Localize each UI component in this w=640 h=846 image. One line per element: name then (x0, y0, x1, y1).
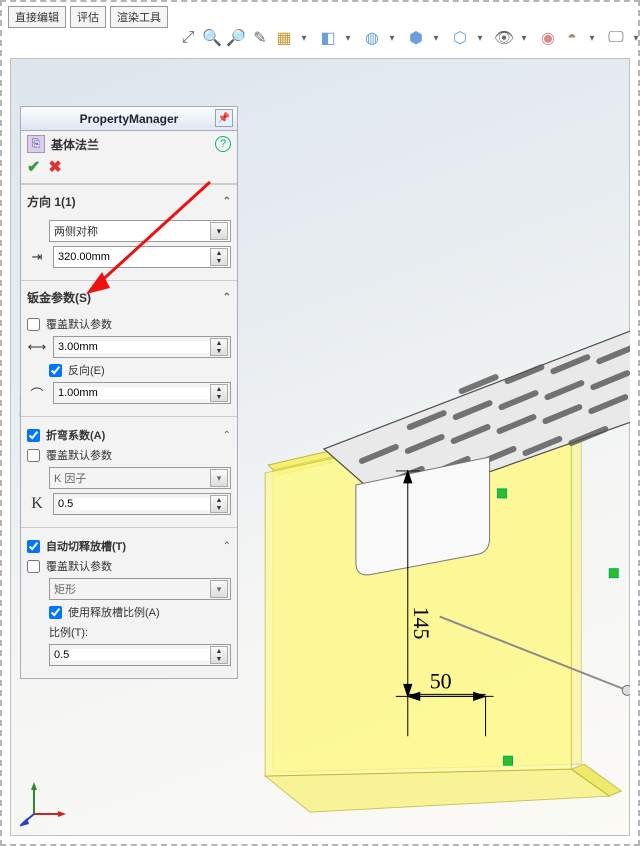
tab-render-tools[interactable]: 渲染工具 (110, 6, 168, 28)
zoom-area-icon[interactable]: 🔍 (202, 28, 222, 48)
dropdown-icon[interactable]: ▾ (294, 28, 314, 48)
collapse-icon[interactable]: ⌃ (223, 541, 231, 552)
ratio-label: 比例(T): (49, 624, 88, 640)
dropdown-icon[interactable]: ▾ (210, 469, 228, 487)
ok-button[interactable]: ✔ (27, 157, 40, 177)
dropdown-icon[interactable]: ▾ (514, 28, 534, 48)
view-orient-icon[interactable]: ▦ (274, 28, 294, 48)
dropdown-icon[interactable]: ▾ (626, 28, 640, 48)
use-ratio-label: 使用释放槽比例(A) (68, 604, 160, 620)
ratio-input[interactable]: ▲▼ (49, 644, 231, 666)
tab-direct-edit[interactable]: 直接编辑 (8, 6, 66, 28)
override-sheet-checkbox[interactable] (27, 318, 40, 331)
bend-radius-icon: ⌒ (27, 384, 47, 403)
appearance-icon[interactable]: ⬢ (406, 28, 426, 48)
color-icon[interactable]: ◉ (538, 28, 558, 48)
override-sheet-label: 覆盖默认参数 (46, 316, 112, 332)
dropdown-icon[interactable]: ▾ (470, 28, 490, 48)
scene-icon[interactable]: ⬡ (450, 28, 470, 48)
reverse-label: 反向(E) (68, 362, 105, 378)
use-ratio-checkbox[interactable] (49, 606, 62, 619)
ribbon-tabs: 直接编辑 评估 渲染工具 (8, 6, 168, 28)
dropdown-icon[interactable]: ▾ (338, 28, 358, 48)
zoom-fit-icon[interactable]: ⤢ (178, 28, 198, 48)
dropdown-icon[interactable]: ▾ (382, 28, 402, 48)
cancel-button[interactable]: ✖ (48, 157, 61, 177)
render-icon[interactable]: ◓ (562, 28, 582, 48)
panel-header: PropertyManager 📌 (21, 107, 237, 131)
bend-radius-input[interactable]: ▲▼ (53, 382, 231, 404)
zoom-prev-icon[interactable]: 🔎 (226, 28, 246, 48)
bend-method-select[interactable]: K 因子 ▾ (49, 467, 231, 489)
panel-title: PropertyManager (80, 112, 179, 126)
collapse-icon[interactable]: ⌃ (223, 292, 231, 303)
section-bend: 折弯系数(A) (46, 427, 105, 443)
collapse-icon[interactable]: ⌃ (223, 430, 231, 441)
section-view-icon[interactable]: ✎ (250, 28, 270, 48)
bend-allowance-checkbox[interactable] (27, 429, 40, 442)
depth-icon: ⇥ (27, 249, 47, 265)
k-factor-input[interactable]: ▲▼ (53, 493, 231, 515)
base-flange-icon: ⎘ (27, 135, 45, 153)
screen-capture-icon[interactable]: 🖵 (606, 28, 626, 48)
override-bend-label: 覆盖默认参数 (46, 447, 112, 463)
pin-icon[interactable]: 📌 (215, 109, 233, 127)
relief-type-select[interactable]: 矩形 ▾ (49, 578, 231, 600)
override-relief-checkbox[interactable] (27, 560, 40, 573)
thickness-icon: ⟷ (27, 339, 47, 355)
view-toolbar: ⤢ 🔍 🔎 ✎ ▦ ▾ ◧ ▾ ◍ ▾ ⬢ ▾ ⬡ ▾ 👁 ▾ ◉ ◓ ▾ 🖵 … (178, 28, 640, 48)
auto-relief-checkbox[interactable] (27, 540, 40, 553)
hide-show-icon[interactable]: ◍ (362, 28, 382, 48)
help-icon[interactable]: ? (215, 136, 231, 152)
section-direction1: 方向 1(1) (27, 193, 76, 210)
tab-evaluate[interactable]: 评估 (70, 6, 106, 28)
dropdown-icon[interactable]: ▾ (582, 28, 602, 48)
section-relief: 自动切释放槽(T) (46, 538, 126, 554)
thickness-input[interactable]: ▲▼ (53, 336, 231, 358)
dropdown-icon[interactable]: ▾ (426, 28, 446, 48)
visibility-icon[interactable]: 👁 (494, 28, 514, 48)
collapse-icon[interactable]: ⌃ (223, 196, 231, 207)
origin-triad-icon (20, 778, 70, 828)
k-factor-icon: K (27, 495, 47, 513)
feature-name: 基体法兰 (51, 136, 215, 153)
reverse-checkbox[interactable] (49, 364, 62, 377)
annotation-arrow (80, 172, 220, 302)
override-bend-checkbox[interactable] (27, 449, 40, 462)
display-style-icon[interactable]: ◧ (318, 28, 338, 48)
dropdown-icon[interactable]: ▾ (210, 580, 228, 598)
override-relief-label: 覆盖默认参数 (46, 558, 112, 574)
